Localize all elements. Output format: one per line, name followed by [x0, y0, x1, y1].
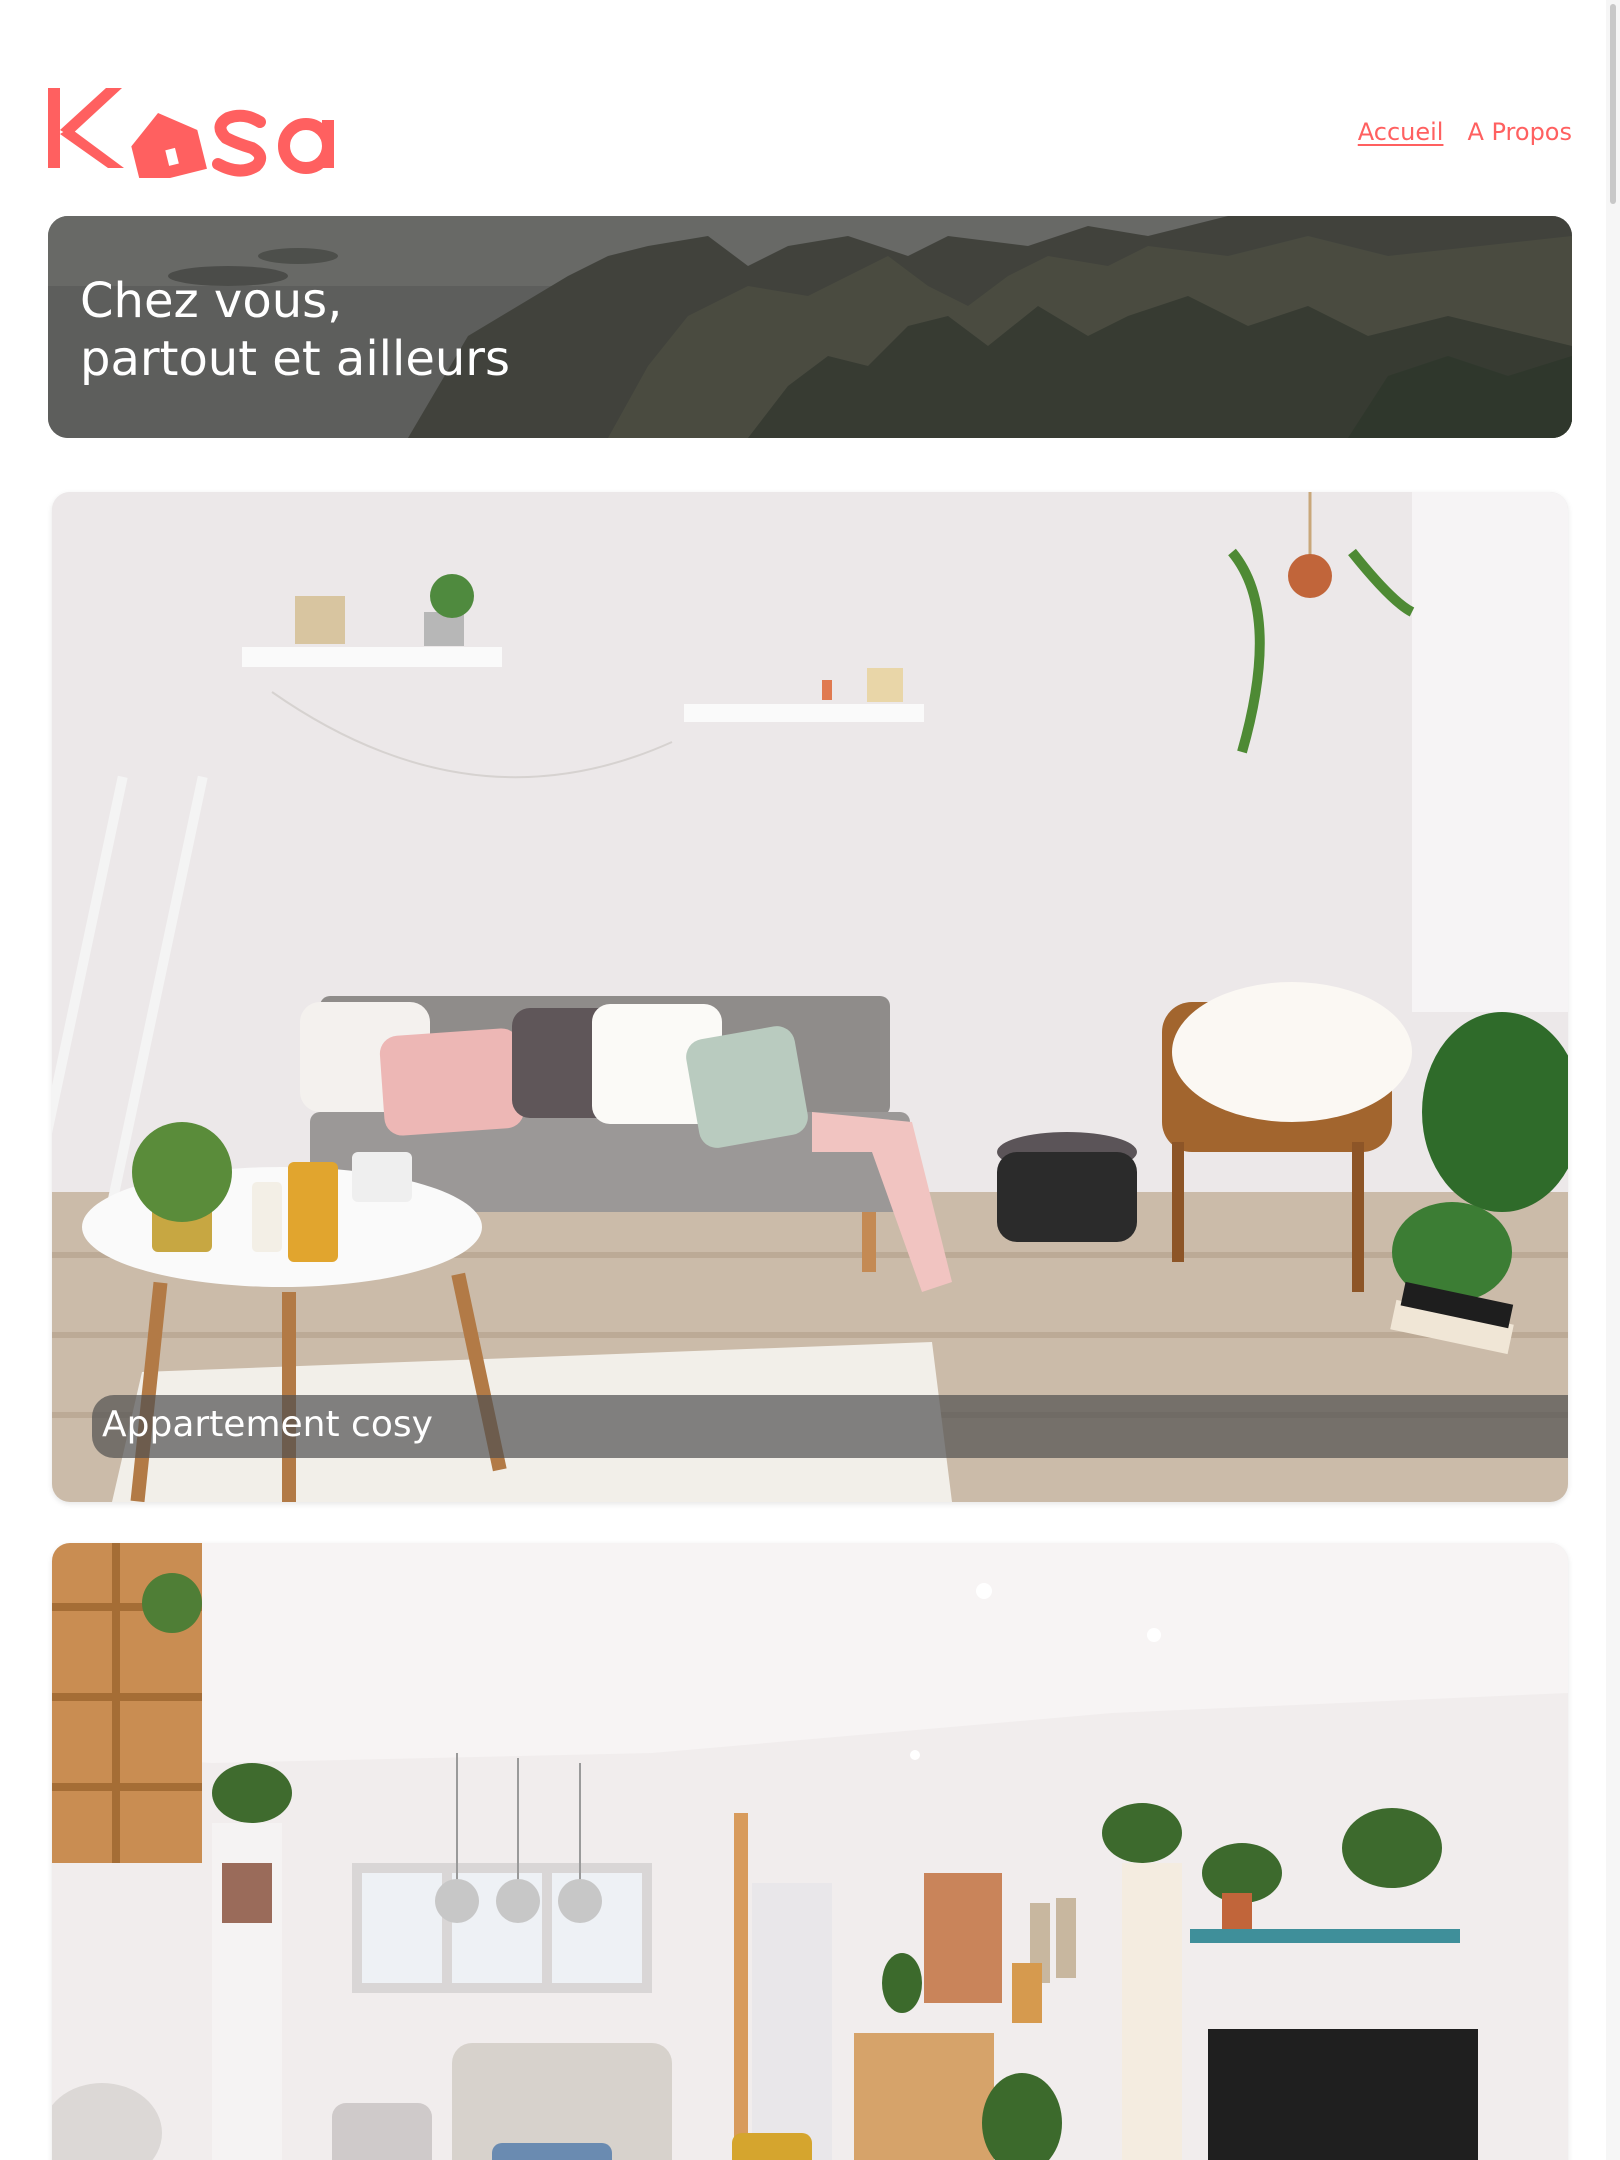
hero-banner: Chez vous, partout et ailleurs [48, 216, 1572, 438]
page-scrollbar[interactable] [1606, 0, 1620, 2160]
nav-link-a-propos[interactable]: A Propos [1467, 118, 1572, 146]
main-nav: Accueil A Propos [1358, 118, 1572, 146]
kasa-logo[interactable] [48, 78, 348, 178]
banner-title: Chez vous, partout et ailleurs [80, 273, 511, 387]
site-header: Accueil A Propos [48, 70, 1572, 180]
listing-card[interactable] [52, 1543, 1568, 2160]
kasa-logo-graphic [48, 88, 334, 178]
nav-link-accueil[interactable]: Accueil [1358, 118, 1444, 146]
listing-title: Appartement cosy [102, 1404, 433, 1445]
scrollbar-thumb[interactable] [1610, 4, 1616, 204]
listing-card[interactable]: Appartement cosy [52, 492, 1568, 1502]
page: Accueil A Propos Chez vous, partout et a… [0, 0, 1620, 2160]
listing-photo [52, 492, 1568, 1502]
listing-photo [52, 1543, 1568, 2160]
